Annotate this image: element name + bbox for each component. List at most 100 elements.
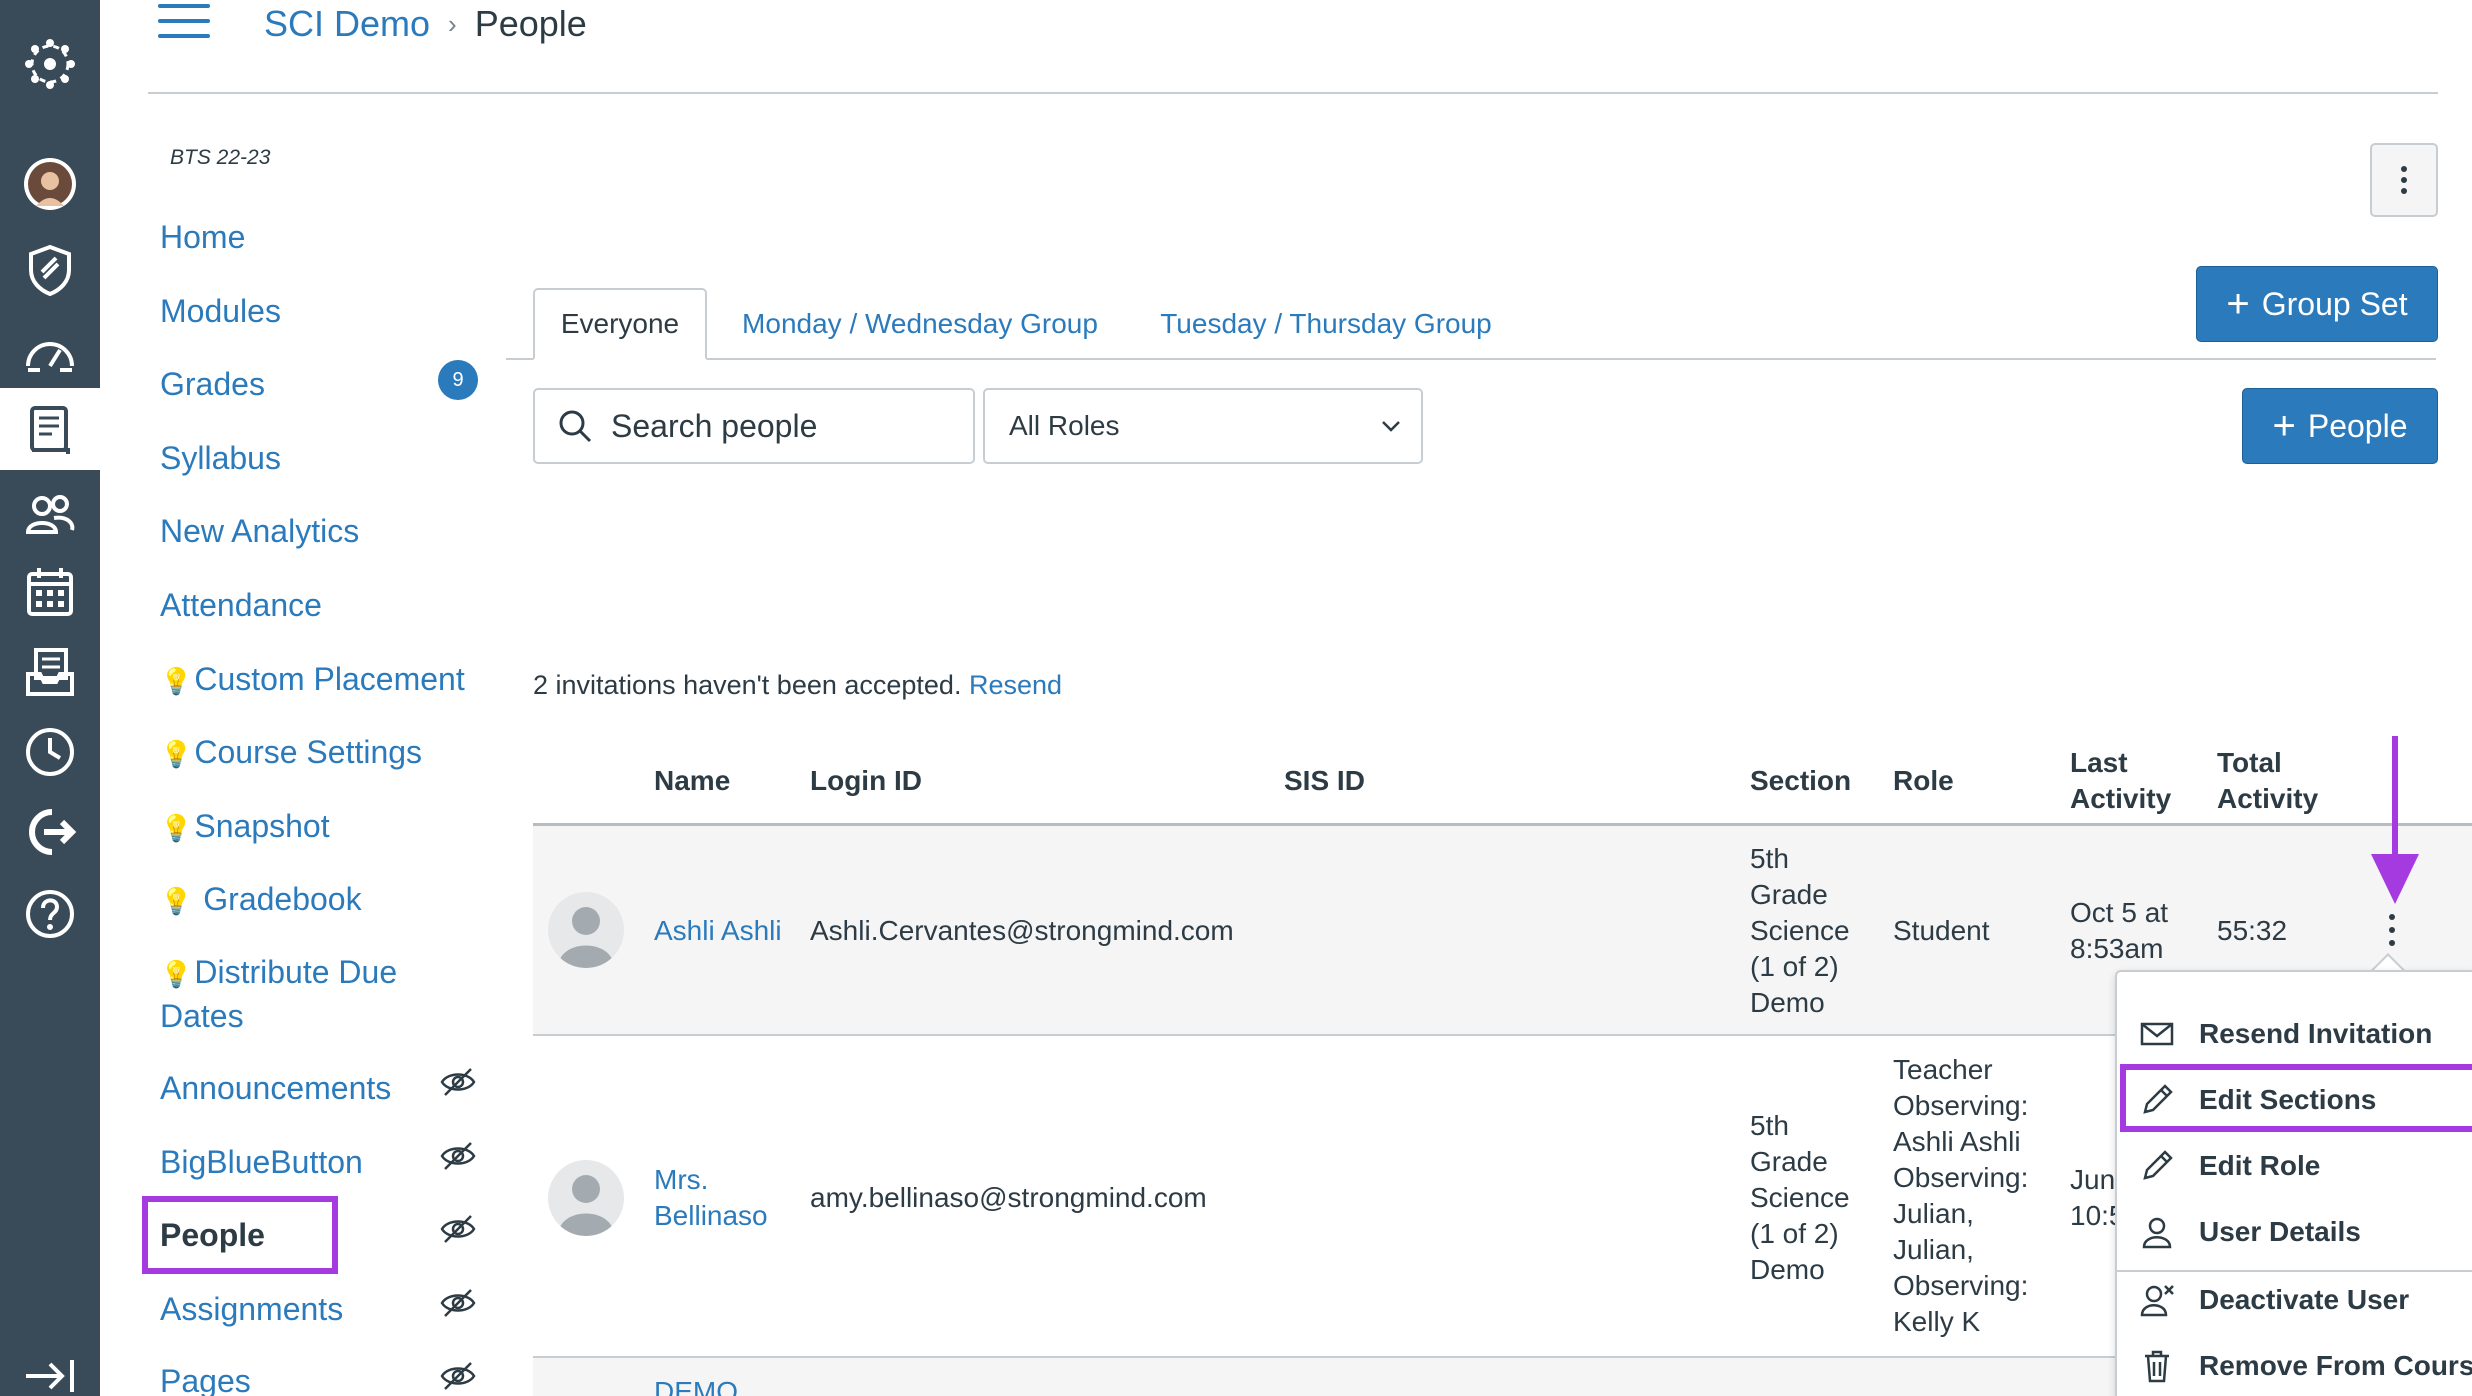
menu-item-label: Resend Invitation: [2199, 1018, 2433, 1049]
course-nav-grades[interactable]: Grades: [160, 363, 265, 405]
hidden-from-students-icon: [440, 1142, 476, 1170]
roles-filter-select[interactable]: All Roles: [983, 388, 1423, 464]
section-line: (1 of 2): [1750, 1218, 1839, 1249]
user-name-link[interactable]: Ashli Ashli: [654, 913, 782, 949]
column-header-login-id[interactable]: Login ID: [810, 763, 922, 799]
role-line: Kelly K: [1893, 1306, 1981, 1337]
calendar-icon[interactable]: [14, 556, 86, 628]
user-total-activity: 55:32: [2217, 915, 2288, 946]
course-nav-pages[interactable]: Pages: [160, 1360, 251, 1396]
tab-tuesday-thursday-group[interactable]: Tuesday / Thursday Group: [1148, 288, 1504, 360]
hidden-from-students-icon: [440, 1362, 476, 1390]
column-header-role[interactable]: Role: [1893, 763, 1954, 799]
resend-invitations-link[interactable]: Resend: [969, 670, 1062, 700]
history-clock-icon[interactable]: [14, 716, 86, 788]
user-deactivate-icon: [2140, 1285, 2174, 1317]
menu-item-remove-from-course[interactable]: Remove From Course: [2139, 1338, 2472, 1394]
menu-item-label: Edit Role: [2199, 1150, 2321, 1181]
search-icon: [559, 410, 592, 443]
inbox-icon[interactable]: [14, 636, 86, 708]
course-nav-bigbluebutton[interactable]: BigBlueButton: [160, 1141, 363, 1183]
account-avatar-icon[interactable]: [14, 148, 86, 220]
grades-count-badge: 9: [438, 360, 478, 400]
commons-share-icon[interactable]: [14, 796, 86, 868]
course-nav-syllabus[interactable]: Syllabus: [160, 437, 281, 479]
header-line: Last: [2070, 747, 2128, 778]
header-divider: [148, 92, 2438, 94]
plus-icon: +: [2272, 404, 2296, 448]
breadcrumb-course-link[interactable]: SCI Demo: [264, 3, 430, 45]
course-nav-distribute-due-dates[interactable]: 💡Distribute Due Dates: [160, 951, 397, 1037]
tab-everyone[interactable]: Everyone: [533, 288, 707, 360]
role-line: Observing:: [1893, 1162, 2029, 1193]
user-role: Teacher Observing: Ashli Ashli Observing…: [1893, 1052, 2028, 1340]
course-nav-gradebook[interactable]: 💡 Gradebook: [160, 878, 362, 922]
course-nav-attendance[interactable]: Attendance: [160, 584, 322, 626]
header-line: Activity: [2217, 783, 2319, 814]
breadcrumb: SCI Demo › People: [264, 0, 587, 48]
menu-item-deactivate-user[interactable]: Deactivate User: [2139, 1272, 2409, 1328]
annotation-arrow-icon: [2371, 736, 2419, 904]
plus-icon: +: [2226, 282, 2250, 326]
search-input[interactable]: [611, 407, 971, 445]
collapse-nav-icon[interactable]: [14, 1340, 86, 1396]
pending-invitations-notice: 2 invitations haven't been accepted. Res…: [533, 670, 1062, 701]
menu-item-resend-invitation[interactable]: Resend Invitation: [2139, 1006, 2432, 1062]
row-options-menu: Resend Invitation Edit Sections Edit Rol…: [2115, 970, 2472, 1396]
user-login-id: Ashli.Cervantes@strongmind.com: [810, 915, 1234, 946]
course-nav-label: Snapshot: [194, 808, 330, 844]
course-nav-announcements[interactable]: Announcements: [160, 1067, 391, 1109]
column-header-total-activity[interactable]: Total Activity: [2217, 745, 2318, 817]
lightbulb-icon: 💡: [160, 739, 193, 769]
search-people-field[interactable]: [533, 388, 975, 464]
add-group-set-button[interactable]: + Group Set: [2196, 266, 2438, 342]
lightbulb-icon: 💡: [160, 813, 193, 843]
user-name-link[interactable]: Mrs. Bellinaso: [654, 1162, 768, 1234]
course-nav-new-analytics[interactable]: New Analytics: [160, 510, 359, 552]
course-nav-home[interactable]: Home: [160, 216, 245, 258]
course-menu-toggle[interactable]: [158, 4, 210, 44]
course-nav-label: Custom Placement: [194, 661, 465, 697]
course-nav-snapshot[interactable]: 💡Snapshot: [160, 805, 330, 849]
course-nav-label-line2: Dates: [160, 998, 244, 1034]
course-nav-assignments[interactable]: Assignments: [160, 1288, 343, 1330]
lightbulb-icon: 💡: [160, 666, 193, 696]
section-line: Science: [1750, 1182, 1850, 1213]
courses-book-icon[interactable]: [14, 394, 86, 466]
lightbulb-icon: 💡: [160, 959, 193, 989]
user-role: Student: [1893, 915, 1990, 946]
menu-item-label: User Details: [2199, 1216, 2361, 1247]
course-nav-course-settings[interactable]: 💡Course Settings: [160, 731, 422, 775]
dashboard-gauge-icon[interactable]: [14, 318, 86, 390]
admin-shield-icon[interactable]: [14, 234, 86, 306]
course-nav-label: Course Settings: [194, 734, 423, 770]
column-header-section[interactable]: Section: [1750, 763, 1851, 799]
course-nav-custom-placement[interactable]: 💡Custom Placement: [160, 658, 465, 702]
menu-item-label: Deactivate User: [2199, 1284, 2410, 1315]
menu-item-edit-role[interactable]: Edit Role: [2139, 1138, 2320, 1194]
edit-sections-highlight: [2120, 1064, 2472, 1132]
help-icon[interactable]: [14, 878, 86, 950]
user-section: 5th Grade Science (1 of 2) Demo: [1750, 1108, 1850, 1288]
groups-people-icon[interactable]: [14, 478, 86, 550]
user-avatar: [548, 892, 624, 968]
column-header-sis-id[interactable]: SIS ID: [1284, 763, 1365, 799]
course-nav-modules[interactable]: Modules: [160, 290, 281, 332]
column-header-name[interactable]: Name: [654, 763, 730, 799]
row-options-button[interactable]: [2382, 914, 2402, 946]
role-line: Observing:: [1893, 1270, 2029, 1301]
people-nav-highlight: [142, 1196, 338, 1274]
column-header-last-activity[interactable]: Last Activity: [2070, 745, 2171, 817]
course-nav-label: Distribute Due: [194, 954, 398, 990]
menu-item-user-details[interactable]: User Details: [2139, 1204, 2361, 1260]
tab-monday-wednesday-group[interactable]: Monday / Wednesday Group: [730, 288, 1110, 360]
section-line: Science: [1750, 915, 1850, 946]
user-name-link[interactable]: DEMO: [654, 1374, 738, 1396]
user-avatar: [548, 1160, 624, 1236]
role-line: Observing:: [1893, 1090, 2029, 1121]
course-options-menu-button[interactable]: [2370, 143, 2438, 217]
group-set-label: Group Set: [2261, 285, 2408, 322]
course-term-label: BTS 22-23: [170, 146, 271, 169]
canvas-logo-icon[interactable]: [14, 28, 86, 100]
add-people-button[interactable]: + People: [2242, 388, 2438, 464]
